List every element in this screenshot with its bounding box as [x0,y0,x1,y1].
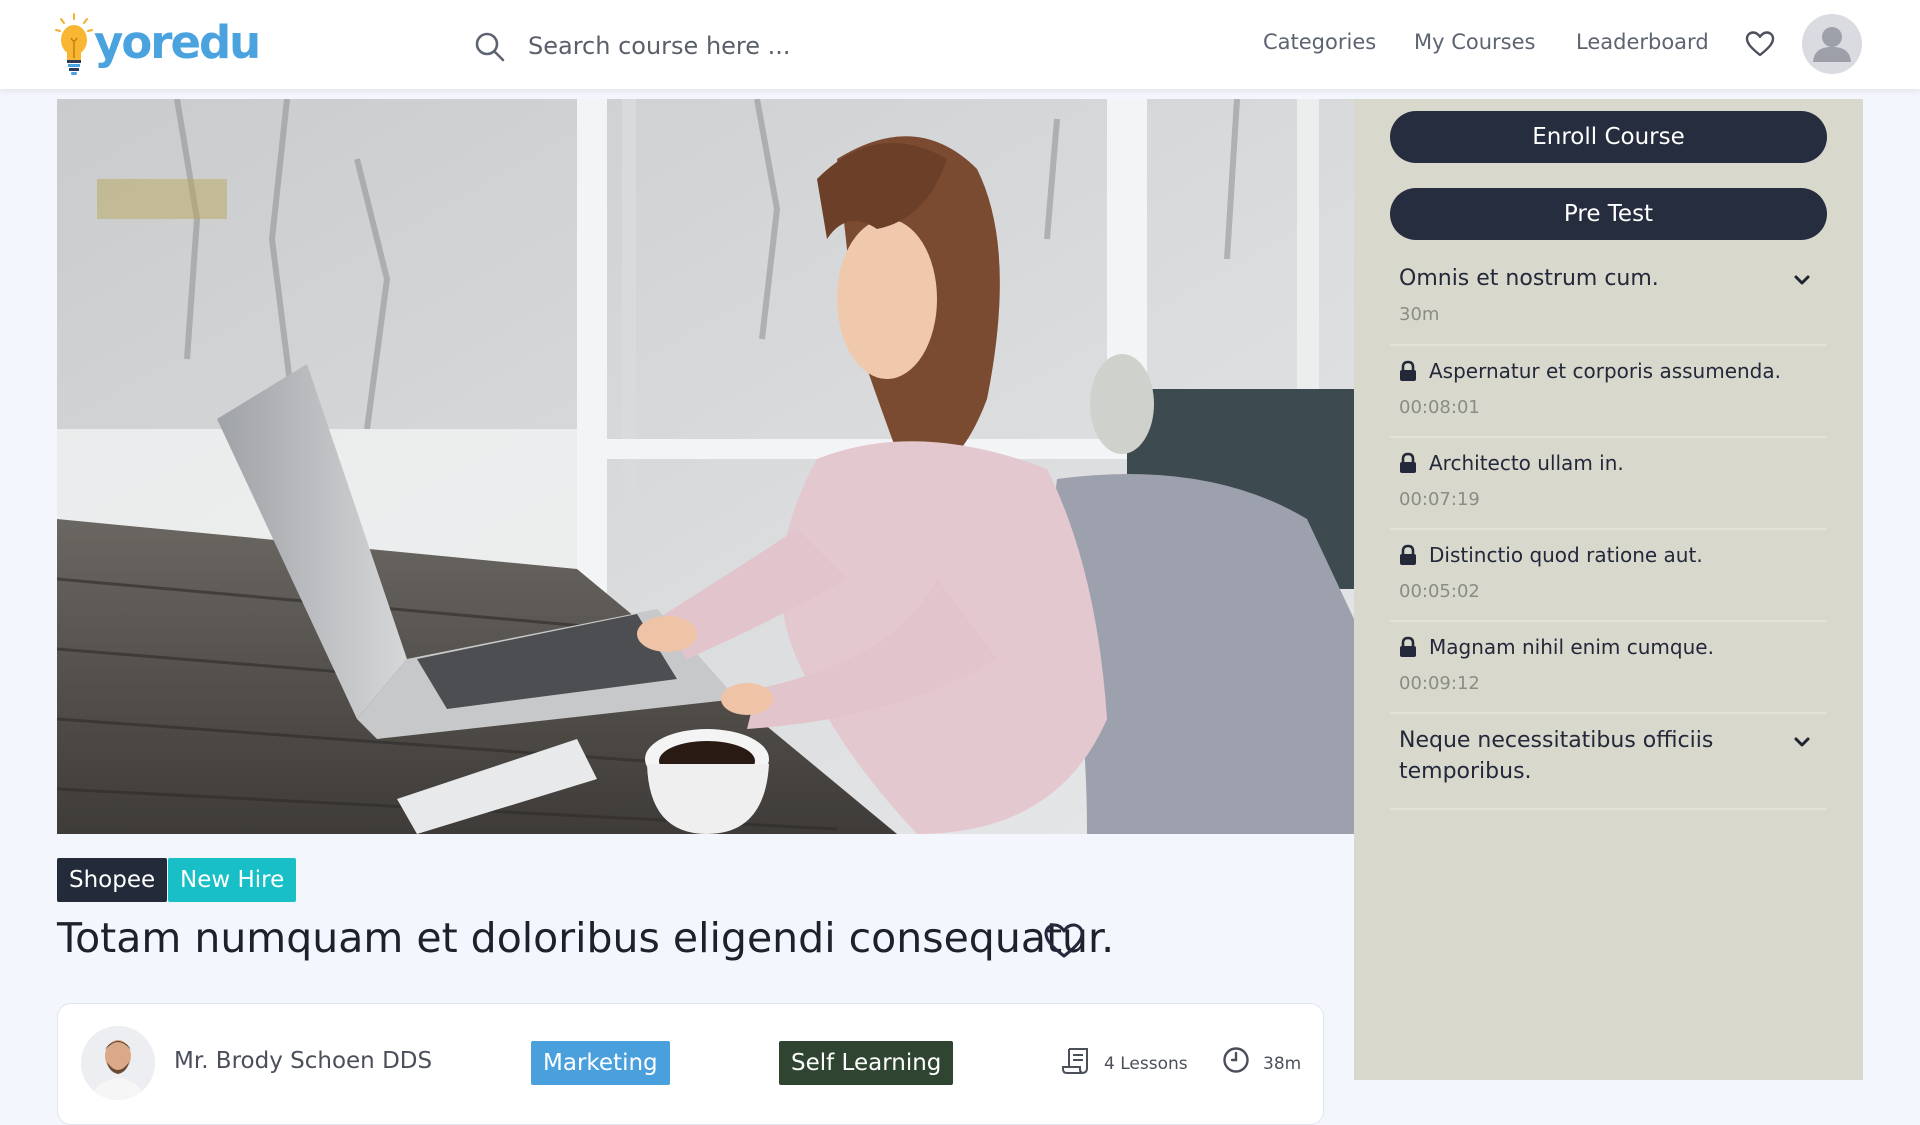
enroll-course-button[interactable]: Enroll Course [1390,111,1827,163]
lesson-time: 00:07:19 [1399,489,1480,510]
logo-text: yoredu [94,15,261,69]
divider [1390,620,1827,622]
lock-icon [1400,636,1416,657]
nav-my-courses[interactable]: My Courses [1414,30,1535,54]
curriculum-section-1[interactable]: Omnis et nostrum cum. 30m [1390,263,1827,325]
chevron-down-icon[interactable] [1791,731,1813,753]
category-chip[interactable]: Marketing [531,1041,670,1085]
clock-icon [1223,1047,1249,1073]
search-icon[interactable] [474,31,506,63]
lesson-time: 00:05:02 [1399,581,1480,602]
lesson-title: Aspernatur et corporis assumenda. [1429,359,1781,383]
nav-categories[interactable]: Categories [1263,30,1376,54]
company-tag: Shopee [57,858,168,902]
course-duration: 38m [1263,1054,1302,1074]
lesson-item[interactable]: Architecto ullam in. 00:07:19 [1399,451,1819,510]
lightbulb-logo-icon [55,13,93,75]
divider [1390,344,1827,346]
section-title: Neque necessitatibus officiis temporibus… [1399,728,1714,784]
instructor-avatar [81,1026,155,1100]
new-hire-tag: New Hire [168,858,297,902]
lesson-time: 00:09:12 [1399,673,1480,694]
search-input[interactable] [526,24,950,68]
divider [1390,528,1827,530]
instructor-name: Mr. Brody Schoen DDS [174,1048,433,1074]
section-title: Omnis et nostrum cum. [1399,266,1659,291]
divider [1390,712,1827,714]
nav-leaderboard[interactable]: Leaderboard [1576,30,1709,54]
favorite-heart-icon[interactable] [1043,922,1085,960]
learning-type-chip: Self Learning [779,1041,954,1085]
divider [1390,436,1827,438]
course-title: Totam numquam et doloribus eligendi cons… [57,914,1115,962]
lesson-item[interactable]: Aspernatur et corporis assumenda. 00:08:… [1399,359,1819,418]
heart-icon[interactable] [1745,30,1775,58]
site-logo[interactable]: yoredu [54,12,261,78]
lesson-item[interactable]: Magnam nihil enim cumque. 00:09:12 [1399,635,1819,694]
lesson-item[interactable]: Distinctio quod ratione aut. 00:05:02 [1399,543,1819,602]
pre-test-button[interactable]: Pre Test [1390,188,1827,240]
lessons-icon [1062,1048,1088,1074]
curriculum-section-2[interactable]: Neque necessitatibus officiis temporibus… [1390,725,1827,787]
lessons-count: 4 Lessons [1104,1054,1188,1074]
chevron-down-icon[interactable] [1791,269,1813,291]
lesson-time: 00:08:01 [1399,397,1480,418]
course-cover-image [57,99,1354,834]
lesson-title: Magnam nihil enim cumque. [1429,635,1714,659]
lock-icon [1400,360,1416,381]
user-avatar-icon[interactable] [1802,14,1862,74]
divider [1390,808,1827,810]
lesson-title: Distinctio quod ratione aut. [1429,543,1703,567]
lock-icon [1400,452,1416,473]
top-navbar: yoredu Categories My Courses Leaderboard [0,0,1920,89]
section-duration: 30m [1399,304,1440,325]
lesson-title: Architecto ullam in. [1429,451,1624,475]
lock-icon [1400,544,1416,565]
